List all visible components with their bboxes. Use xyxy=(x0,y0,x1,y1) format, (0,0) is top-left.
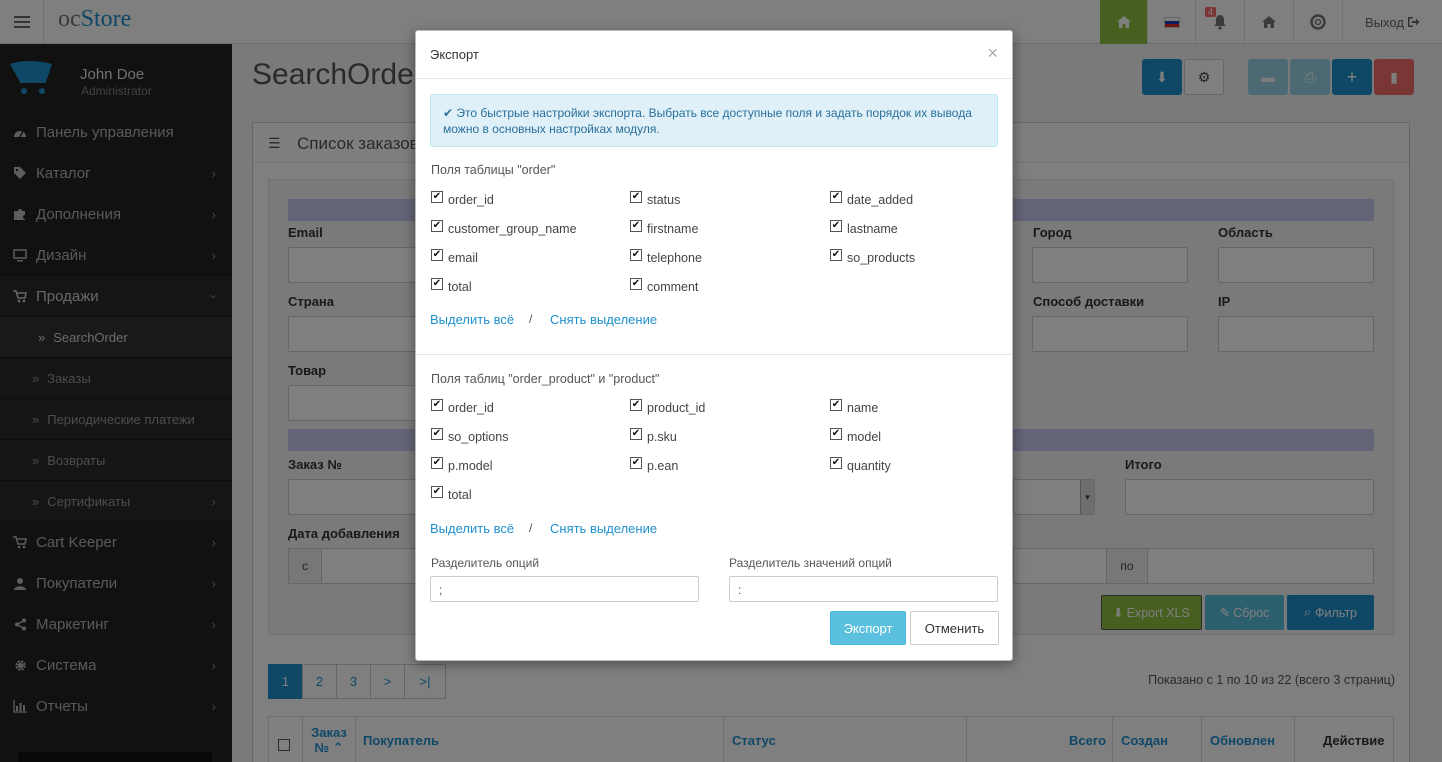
checkbox-product-name[interactable]: ✔ name xyxy=(830,399,879,415)
checkbox-checked-icon[interactable]: ✔ xyxy=(630,249,642,261)
checkbox-label: quantity xyxy=(847,459,891,473)
checkbox-order-order-id[interactable]: ✔ order_id xyxy=(431,191,494,207)
checkbox-checked-icon[interactable]: ✔ xyxy=(830,457,842,469)
checkbox-label: product_id xyxy=(647,401,706,415)
checkbox-checked-icon[interactable]: ✔ xyxy=(630,278,642,290)
checkbox-label: name xyxy=(847,401,879,415)
link-separator: / xyxy=(529,312,533,326)
link-separator: / xyxy=(529,521,533,535)
product-section-title: Поля таблиц "order_product" и "product" xyxy=(431,372,660,386)
checkbox-checked-icon[interactable]: ✔ xyxy=(431,191,443,203)
checkbox-order-lastname[interactable]: ✔ lastname xyxy=(830,220,898,236)
checkbox-checked-icon[interactable]: ✔ xyxy=(630,399,642,411)
checkbox-checked-icon[interactable]: ✔ xyxy=(431,428,443,440)
checkbox-label: date_added xyxy=(847,193,914,207)
order-section-title: Поля таблицы "order" xyxy=(431,163,556,177)
checkbox-checked-icon[interactable]: ✔ xyxy=(431,249,443,261)
checkbox-product-p-sku[interactable]: ✔ p.sku xyxy=(630,428,677,444)
close-icon[interactable]: × xyxy=(987,43,998,64)
checkbox-order-status[interactable]: ✔ status xyxy=(630,191,681,207)
checkbox-order-customer-group-name[interactable]: ✔ customer_group_name xyxy=(431,220,577,236)
value-separator-input[interactable]: : xyxy=(729,576,998,602)
checkbox-order-email[interactable]: ✔ email xyxy=(431,249,478,265)
checkbox-label: so_products xyxy=(847,251,916,265)
value-separator-label: Разделитель значений опций xyxy=(729,556,892,570)
checkbox-product-p-ean[interactable]: ✔ p.ean xyxy=(630,457,679,473)
checkbox-checked-icon[interactable]: ✔ xyxy=(830,399,842,411)
checkbox-product-total[interactable]: ✔ total xyxy=(431,486,472,502)
checkbox-product-product-id[interactable]: ✔ product_id xyxy=(630,399,706,415)
info-alert: ✔ Это быстрые настройки экспорта. Выбрат… xyxy=(430,94,998,147)
checkbox-label: total xyxy=(448,280,472,294)
checkbox-label: firstname xyxy=(647,222,699,236)
checkbox-label: p.model xyxy=(448,459,493,473)
checkbox-checked-icon[interactable]: ✔ xyxy=(630,191,642,203)
checkbox-checked-icon[interactable]: ✔ xyxy=(630,457,642,469)
export-button[interactable]: Экспорт xyxy=(830,611,906,645)
checkbox-product-p-model[interactable]: ✔ p.model xyxy=(431,457,493,473)
checkbox-order-telephone[interactable]: ✔ telephone xyxy=(630,249,702,265)
checkbox-label: customer_group_name xyxy=(448,222,577,236)
checkbox-product-model[interactable]: ✔ model xyxy=(830,428,882,444)
checkbox-label: so_options xyxy=(448,430,509,444)
checkbox-order-comment[interactable]: ✔ comment xyxy=(630,278,699,294)
option-separator-label: Разделитель опций xyxy=(431,556,540,570)
checkbox-label: p.sku xyxy=(647,430,677,444)
checkbox-checked-icon[interactable]: ✔ xyxy=(431,486,443,498)
checkbox-label: email xyxy=(448,251,478,265)
checkbox-label: total xyxy=(448,488,472,502)
checkbox-order-so-products[interactable]: ✔ so_products xyxy=(830,249,916,265)
checkbox-checked-icon[interactable]: ✔ xyxy=(830,428,842,440)
checkbox-order-total[interactable]: ✔ total xyxy=(431,278,472,294)
checkbox-product-order-id[interactable]: ✔ order_id xyxy=(431,399,494,415)
modal-title: Экспорт xyxy=(430,47,479,62)
checkbox-order-date-added[interactable]: ✔ date_added xyxy=(830,191,914,207)
cancel-button[interactable]: Отменить xyxy=(910,611,999,645)
checkbox-label: order_id xyxy=(448,401,494,415)
checkbox-checked-icon[interactable]: ✔ xyxy=(630,428,642,440)
checkbox-checked-icon[interactable]: ✔ xyxy=(830,191,842,203)
product-select-all-link[interactable]: Выделить всё xyxy=(430,521,514,536)
order-deselect-link[interactable]: Снять выделение xyxy=(550,312,657,327)
checkbox-label: comment xyxy=(647,280,699,294)
checkbox-label: telephone xyxy=(647,251,702,265)
checkbox-checked-icon[interactable]: ✔ xyxy=(830,220,842,232)
checkbox-checked-icon[interactable]: ✔ xyxy=(431,278,443,290)
checkbox-product-quantity[interactable]: ✔ quantity xyxy=(830,457,891,473)
checkbox-checked-icon[interactable]: ✔ xyxy=(431,399,443,411)
checkbox-checked-icon[interactable]: ✔ xyxy=(830,249,842,261)
checkbox-checked-icon[interactable]: ✔ xyxy=(431,220,443,232)
checkbox-checked-icon[interactable]: ✔ xyxy=(630,220,642,232)
checkbox-label: p.ean xyxy=(647,459,679,473)
checkbox-checked-icon[interactable]: ✔ xyxy=(431,457,443,469)
checkbox-label: status xyxy=(647,193,681,207)
export-modal: Экспорт × ✔ Это быстрые настройки экспор… xyxy=(415,30,1013,661)
checkbox-label: lastname xyxy=(847,222,898,236)
option-separator-input[interactable]: ; xyxy=(430,576,699,602)
checkbox-label: order_id xyxy=(448,193,494,207)
checkbox-product-so-options[interactable]: ✔ so_options xyxy=(431,428,509,444)
product-deselect-link[interactable]: Снять выделение xyxy=(550,521,657,536)
checkbox-label: model xyxy=(847,430,882,444)
order-select-all-link[interactable]: Выделить всё xyxy=(430,312,514,327)
checkbox-order-firstname[interactable]: ✔ firstname xyxy=(630,220,699,236)
